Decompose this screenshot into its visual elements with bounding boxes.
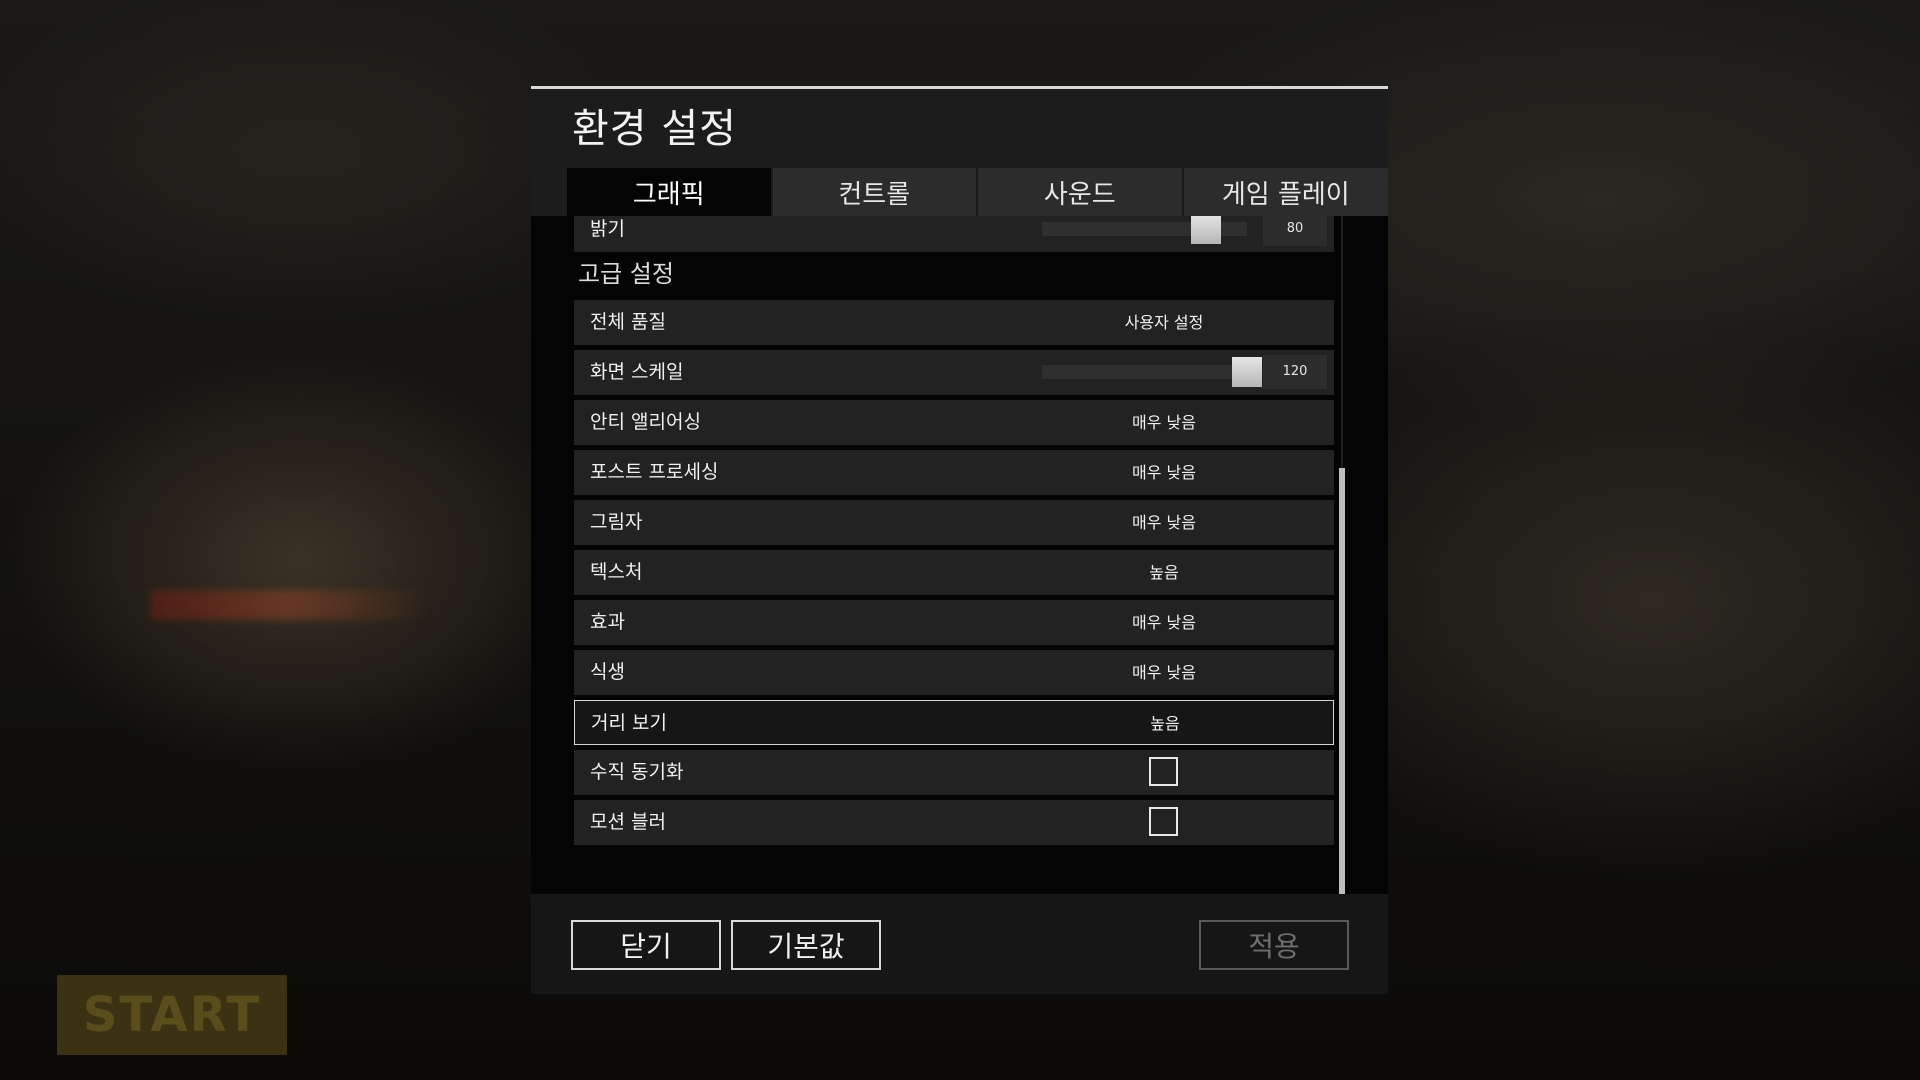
vsync-checkbox[interactable] [1149, 757, 1178, 786]
texture-row[interactable]: 텍스처 높음 [574, 550, 1334, 595]
settings-content: 밝기 80 고급 설정 전체 품질 사용자 설정 화면 스케일 120 안티 앨… [531, 216, 1388, 979]
dialog-footer: 닫기 기본값 적용 [531, 894, 1388, 994]
effects-row[interactable]: 효과 매우 낮음 [574, 600, 1334, 645]
screen-scale-row: 화면 스케일 120 [574, 350, 1334, 395]
shadows-label: 그림자 [590, 511, 643, 533]
foliage-row[interactable]: 식생 매우 낮음 [574, 650, 1334, 695]
effects-value[interactable]: 매우 낮음 [1054, 600, 1274, 645]
motion-blur-row[interactable]: 모션 블러 [574, 800, 1334, 845]
overall-quality-row[interactable]: 전체 품질 사용자 설정 [574, 300, 1334, 345]
tab-sound[interactable]: 사운드 [978, 168, 1182, 216]
shadows-row[interactable]: 그림자 매우 낮음 [574, 500, 1334, 545]
effects-label: 효과 [590, 611, 625, 633]
vsync-row[interactable]: 수직 동기화 [574, 750, 1334, 795]
anti-aliasing-value[interactable]: 매우 낮음 [1054, 400, 1274, 445]
apply-button[interactable]: 적용 [1199, 920, 1349, 970]
brightness-label: 밝기 [590, 218, 625, 240]
background-blur-bar [150, 590, 430, 620]
settings-dialog: 환경 설정 그래픽 컨트롤 사운드 게임 플레이 밝기 80 고급 설정 전체 … [531, 86, 1389, 994]
overall-quality-label: 전체 품질 [590, 311, 666, 333]
texture-value[interactable]: 높음 [1054, 550, 1274, 595]
advanced-settings-heading: 고급 설정 [578, 260, 674, 288]
dialog-title: 환경 설정 [572, 106, 737, 152]
view-distance-row[interactable]: 거리 보기 높음 [574, 700, 1334, 745]
screen-scale-label: 화면 스케일 [590, 361, 684, 383]
shadows-value[interactable]: 매우 낮음 [1054, 500, 1274, 545]
tab-graphics[interactable]: 그래픽 [567, 168, 771, 216]
close-button[interactable]: 닫기 [571, 920, 721, 970]
post-processing-label: 포스트 프로세싱 [590, 461, 719, 483]
tab-gameplay[interactable]: 게임 플레이 [1183, 168, 1389, 216]
anti-aliasing-row[interactable]: 안티 앨리어싱 매우 낮음 [574, 400, 1334, 445]
foliage-value[interactable]: 매우 낮음 [1054, 650, 1274, 695]
screen-scale-value: 120 [1263, 355, 1327, 389]
default-button[interactable]: 기본값 [731, 920, 881, 970]
overall-quality-value[interactable]: 사용자 설정 [1054, 300, 1274, 345]
view-distance-value[interactable]: 높음 [1055, 701, 1275, 746]
settings-tabs: 그래픽 컨트롤 사운드 게임 플레이 [567, 168, 1389, 216]
post-processing-row[interactable]: 포스트 프로세싱 매우 낮음 [574, 450, 1334, 495]
tab-controls[interactable]: 컨트롤 [772, 168, 977, 216]
motion-blur-checkbox[interactable] [1149, 807, 1178, 836]
post-processing-value[interactable]: 매우 낮음 [1054, 450, 1274, 495]
screen-scale-slider-track[interactable] [1042, 365, 1247, 379]
brightness-value: 80 [1263, 216, 1327, 246]
settings-scroll-area[interactable]: 밝기 80 고급 설정 전체 품질 사용자 설정 화면 스케일 120 안티 앨… [574, 216, 1334, 946]
anti-aliasing-label: 안티 앨리어싱 [590, 411, 701, 433]
scrollbar-thumb[interactable] [1339, 468, 1345, 946]
brightness-slider-handle[interactable] [1191, 216, 1221, 244]
vsync-label: 수직 동기화 [590, 761, 684, 783]
foliage-label: 식생 [590, 661, 625, 683]
view-distance-label: 거리 보기 [591, 712, 667, 734]
screen-scale-slider-handle[interactable] [1232, 357, 1262, 387]
motion-blur-label: 모션 블러 [590, 811, 666, 833]
background-start-button: START [57, 975, 287, 1055]
texture-label: 텍스처 [590, 561, 643, 583]
brightness-row: 밝기 80 [574, 216, 1334, 252]
